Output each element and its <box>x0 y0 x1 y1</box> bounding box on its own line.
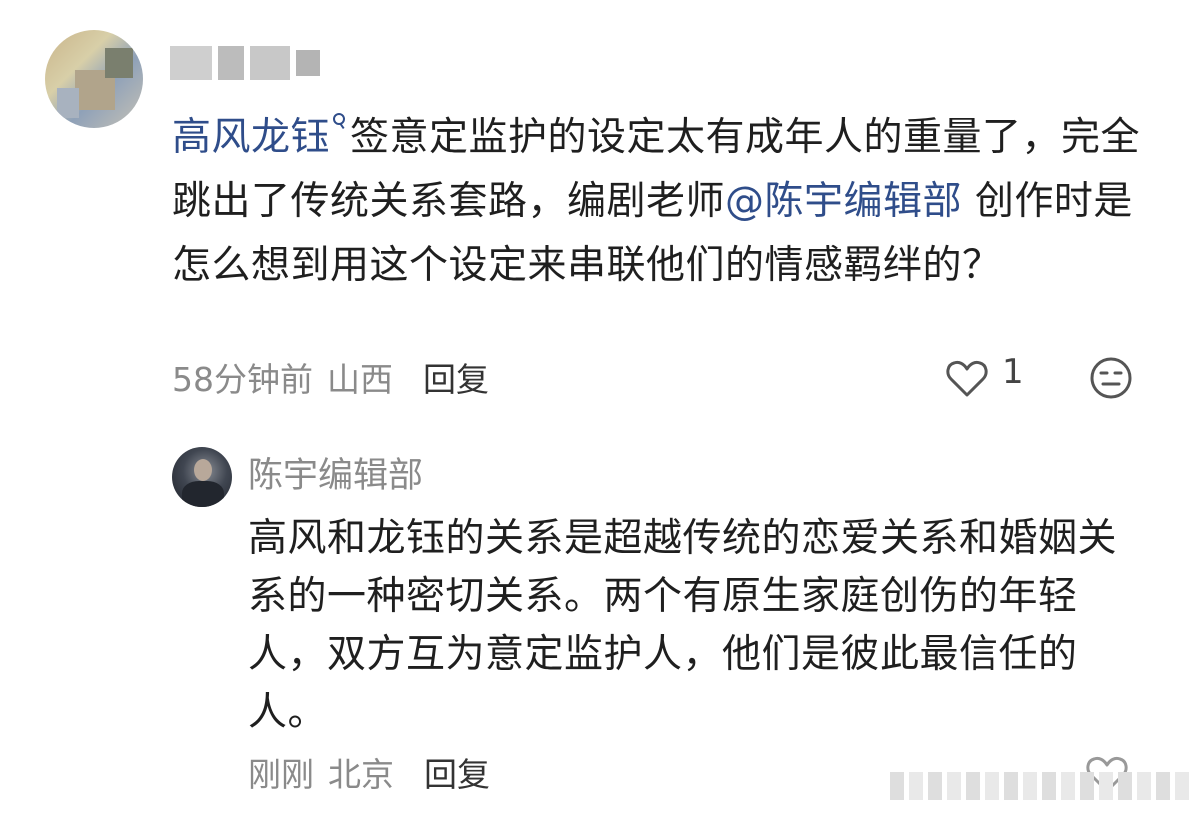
heart-outline-icon[interactable] <box>944 356 990 402</box>
reply-to-reply-button[interactable]: 回复 <box>424 748 490 796</box>
commenter-username-redacted[interactable] <box>170 40 345 86</box>
reply-button[interactable]: 回复 <box>423 353 489 401</box>
reply-meta: 刚刚 北京 回复 <box>248 747 490 797</box>
reply-text: 高风和龙钰的关系是超越传统的恋爱关系和婚姻关系的一种密切关系。两个有原生家庭创伤… <box>248 516 1118 735</box>
reply-author-name[interactable]: 陈宇编辑部 <box>248 447 423 498</box>
commenter-avatar[interactable] <box>45 30 143 128</box>
search-icon <box>332 112 346 134</box>
reply-location: 北京 <box>328 755 394 794</box>
reply-author-avatar[interactable] <box>172 447 232 507</box>
watermark-redacted <box>890 769 1190 803</box>
top-comment-text: 高风龙钰 签意定监护的设定太有成年人的重量了，完全跳出了传统关系套路，编剧老师@陈… <box>172 106 1172 298</box>
comment-time: 58分钟前 <box>172 360 313 399</box>
mention-user-link[interactable]: @陈宇编辑部 <box>725 179 962 224</box>
top-comment-meta: 58分钟前 山西 回复 <box>172 352 489 402</box>
reply-time: 刚刚 <box>248 755 314 794</box>
like-count: 1 <box>1002 352 1024 392</box>
neutral-face-icon[interactable] <box>1088 355 1134 401</box>
topic-link[interactable]: 高风龙钰 <box>172 112 350 160</box>
comment-location: 山西 <box>327 360 393 399</box>
